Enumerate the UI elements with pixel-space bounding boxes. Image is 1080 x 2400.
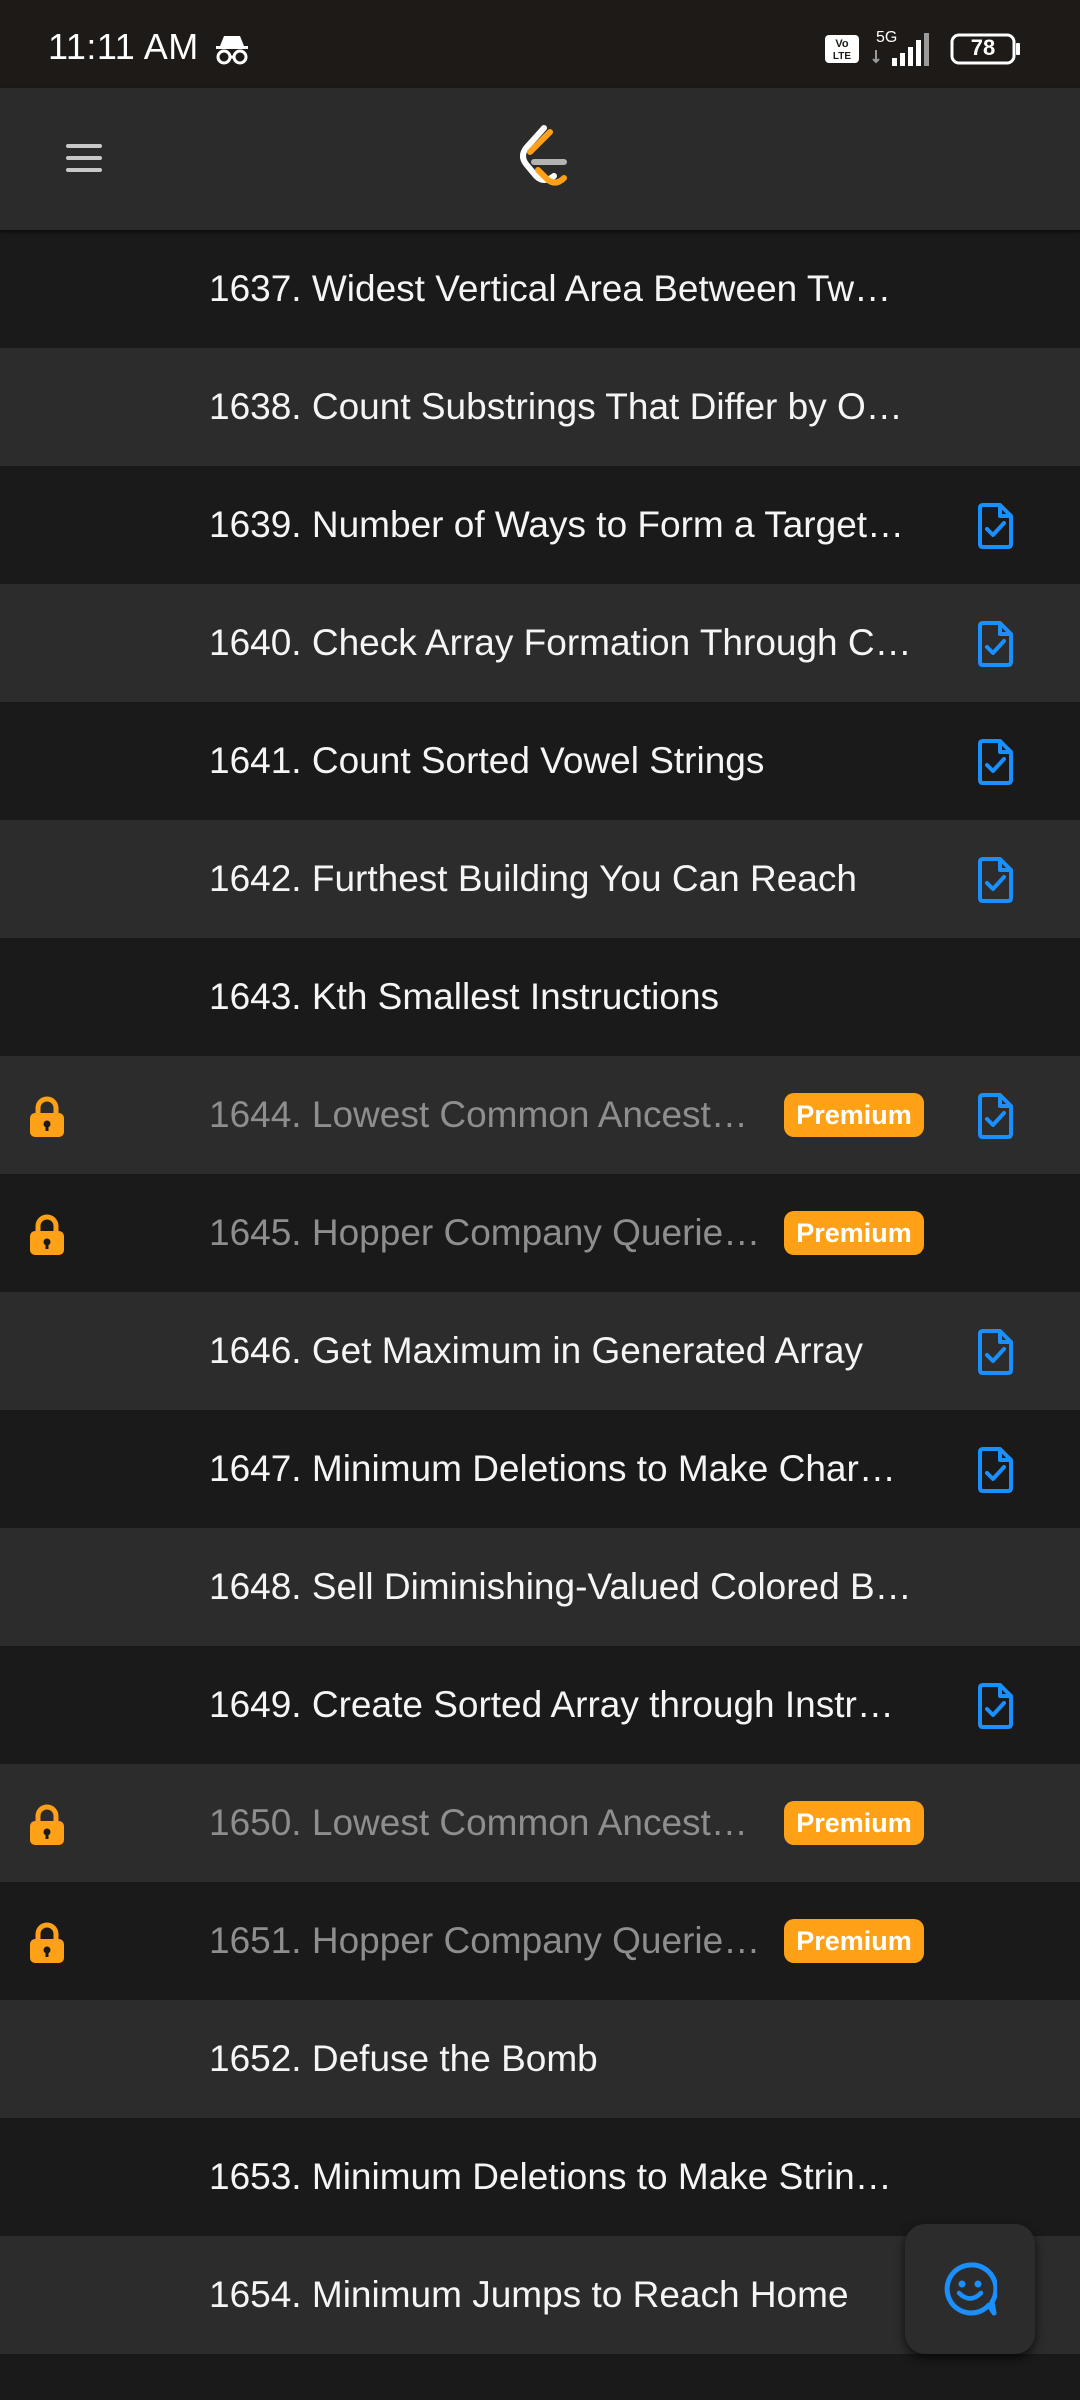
problem-row[interactable]: 1649. Create Sorted Array through Instr… bbox=[0, 1646, 1080, 1764]
app-bar bbox=[0, 88, 1080, 230]
problem-title: 1649. Create Sorted Array through Instr… bbox=[209, 1684, 894, 1725]
premium-badge: Premium bbox=[784, 1211, 924, 1255]
svg-text:LTE: LTE bbox=[833, 51, 851, 62]
problem-title: 1645. Hopper Company Querie… bbox=[209, 1212, 761, 1253]
problem-title: 1651. Hopper Company Querie… bbox=[209, 1920, 761, 1961]
problem-row[interactable]: 1639. Number of Ways to Form a Target… bbox=[0, 466, 1080, 584]
problem-row[interactable]: 1648. Sell Diminishing-Valued Colored B… bbox=[0, 1528, 1080, 1646]
problem-row[interactable]: 1641. Count Sorted Vowel Strings bbox=[0, 702, 1080, 820]
solved-note-icon[interactable] bbox=[976, 856, 1014, 904]
lock-icon bbox=[30, 1096, 64, 1137]
problem-row[interactable]: 1653. Minimum Deletions to Make Strin… bbox=[0, 2118, 1080, 2236]
problem-row[interactable]: 1645. Hopper Company Querie… Premium bbox=[0, 1174, 1080, 1292]
lock-icon bbox=[30, 1214, 64, 1255]
lock-icon bbox=[30, 1804, 64, 1845]
smiley-chat-icon bbox=[944, 2262, 997, 2316]
problem-row[interactable]: 1643. Kth Smallest Instructions bbox=[0, 938, 1080, 1056]
problem-title: 1644. Lowest Common Ancest… bbox=[209, 1094, 748, 1135]
problem-title: 1643. Kth Smallest Instructions bbox=[209, 976, 720, 1017]
leetcode-logo[interactable] bbox=[514, 124, 576, 194]
problem-title: 1653. Minimum Deletions to Make Strin… bbox=[209, 2156, 892, 2197]
solved-note-icon[interactable] bbox=[976, 1092, 1014, 1140]
solved-note-icon[interactable] bbox=[976, 620, 1014, 668]
volte-icon: Vo LTE bbox=[825, 35, 859, 63]
premium-badge: Premium bbox=[784, 1919, 924, 1963]
status-bar: 11:11 AM Vo LTE 5G 78 bbox=[0, 0, 1080, 88]
svg-text:Vo: Vo bbox=[835, 38, 849, 50]
problem-row[interactable]: 1651. Hopper Company Querie… Premium bbox=[0, 1882, 1080, 2000]
problem-title: 1639. Number of Ways to Form a Target… bbox=[209, 504, 905, 545]
network-label: 5G bbox=[876, 29, 897, 46]
battery-level: 78 bbox=[970, 35, 996, 60]
solved-note-icon[interactable] bbox=[976, 502, 1014, 550]
problem-row[interactable]: 1638. Count Substrings That Differ by O… bbox=[0, 348, 1080, 466]
solved-note-icon[interactable] bbox=[976, 738, 1014, 786]
problem-row[interactable]: 1652. Defuse the Bomb bbox=[0, 2000, 1080, 2118]
problem-row[interactable]: 1642. Furthest Building You Can Reach bbox=[0, 820, 1080, 938]
problem-title: 1652. Defuse the Bomb bbox=[209, 2038, 598, 2079]
signal-icon: 5G bbox=[872, 29, 929, 66]
problem-row[interactable]: 1644. Lowest Common Ancest… Premium bbox=[0, 1056, 1080, 1174]
incognito-icon bbox=[216, 36, 248, 65]
problem-list: 1637. Widest Vertical Area Between Tw… 16… bbox=[0, 230, 1080, 2400]
solved-note-icon[interactable] bbox=[976, 1328, 1014, 1376]
status-time: 11:11 AM bbox=[48, 26, 199, 67]
problem-title: 1650. Lowest Common Ancest… bbox=[209, 1802, 748, 1843]
premium-badge: Premium bbox=[784, 1801, 924, 1845]
problem-title: 1638. Count Substrings That Differ by O… bbox=[209, 386, 903, 427]
premium-badge: Premium bbox=[784, 1093, 924, 1137]
problem-row[interactable]: 1650. Lowest Common Ancest… Premium bbox=[0, 1764, 1080, 1882]
problem-title: 1646. Get Maximum in Generated Array bbox=[209, 1330, 863, 1371]
problem-row[interactable]: 1640. Check Array Formation Through C… bbox=[0, 584, 1080, 702]
problem-title: 1647. Minimum Deletions to Make Char… bbox=[209, 1448, 896, 1489]
problem-title: 1642. Furthest Building You Can Reach bbox=[209, 858, 857, 899]
chat-fab-button[interactable] bbox=[905, 2224, 1035, 2354]
problem-title: 1640. Check Array Formation Through C… bbox=[209, 622, 912, 663]
problem-row[interactable]: 1646. Get Maximum in Generated Array bbox=[0, 1292, 1080, 1410]
solved-note-icon[interactable] bbox=[976, 1446, 1014, 1494]
problem-row[interactable]: 1647. Minimum Deletions to Make Char… bbox=[0, 1410, 1080, 1528]
solved-note-icon[interactable] bbox=[976, 1682, 1014, 1730]
problem-title: 1654. Minimum Jumps to Reach Home bbox=[209, 2274, 849, 2315]
problem-title: 1641. Count Sorted Vowel Strings bbox=[209, 740, 765, 781]
problem-title: 1648. Sell Diminishing-Valued Colored B… bbox=[209, 1566, 912, 1607]
lock-icon bbox=[30, 1922, 64, 1963]
problem-title: 1637. Widest Vertical Area Between Tw… bbox=[209, 268, 892, 309]
problem-row[interactable]: 1637. Widest Vertical Area Between Tw… bbox=[0, 230, 1080, 348]
hamburger-menu-icon[interactable] bbox=[56, 130, 112, 186]
